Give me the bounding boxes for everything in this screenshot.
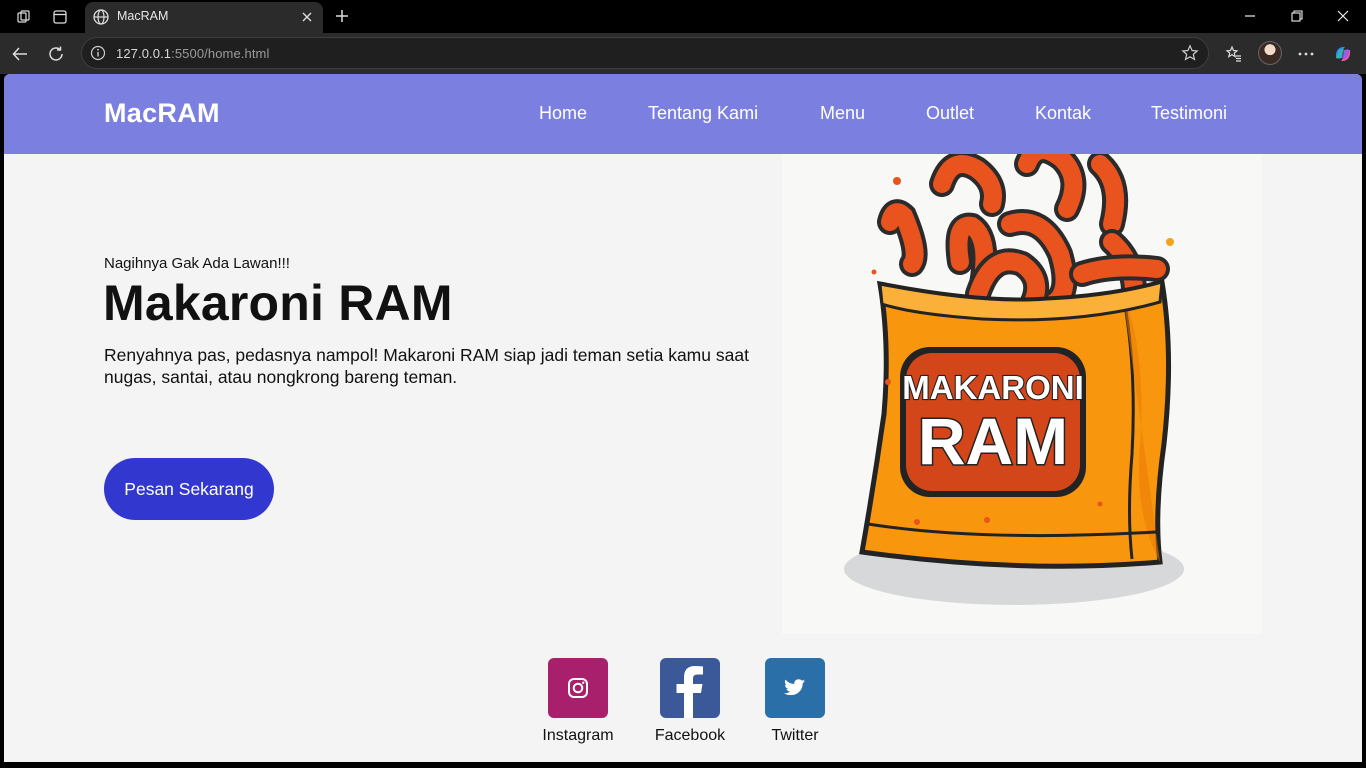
social-instagram[interactable]: Instagram	[530, 658, 626, 745]
nav-link-testimoni[interactable]: Testimoni	[1151, 103, 1227, 124]
more-options-icon[interactable]	[1294, 42, 1318, 66]
workspaces-icon[interactable]	[13, 6, 35, 28]
hero-description: Renyahnya pas, pedasnya nampol! Makaroni…	[104, 345, 749, 387]
hero-tagline: Nagihnya Gak Ada Lawan!!!	[104, 255, 290, 272]
instagram-label: Instagram	[542, 727, 614, 744]
copilot-icon[interactable]	[1331, 42, 1355, 66]
tab-title: MacRAM	[117, 9, 169, 23]
site-logo[interactable]: MacRAM	[104, 98, 220, 129]
order-now-button[interactable]: Pesan Sekarang	[104, 458, 274, 520]
twitter-icon[interactable]	[765, 658, 825, 718]
back-icon[interactable]	[8, 42, 32, 66]
bag-label-line1: MAKARONI	[902, 369, 1083, 406]
bag-label-line2: RAM	[918, 404, 1068, 478]
restore-icon[interactable]	[1285, 5, 1309, 27]
twitter-label: Twitter	[771, 727, 819, 744]
nav-link-home[interactable]: Home	[539, 103, 587, 124]
address-toolbar: 127.0.0.1:5500/home.html	[0, 33, 1366, 74]
refresh-icon[interactable]	[44, 42, 68, 66]
nav-link-outlet[interactable]: Outlet	[926, 103, 974, 124]
facebook-icon[interactable]	[660, 658, 720, 718]
hero-title: Makaroni RAM	[103, 275, 453, 331]
facebook-label: Facebook	[654, 727, 726, 744]
close-window-icon[interactable]	[1331, 5, 1355, 27]
nav-link-tentang-kami[interactable]: Tentang Kami	[648, 103, 758, 124]
page-viewport: MacRAM Home Tentang Kami Menu Outlet Kon…	[4, 74, 1362, 762]
globe-icon	[92, 8, 110, 31]
vertical-tabs-icon[interactable]	[49, 6, 71, 28]
site-info-icon[interactable]	[90, 45, 106, 66]
url-text: 127.0.0.1:5500/home.html	[116, 46, 270, 61]
nav-link-menu[interactable]: Menu	[820, 103, 865, 124]
social-twitter[interactable]: Twitter	[747, 658, 843, 745]
tab-close-icon[interactable]	[297, 7, 317, 27]
minimize-icon[interactable]	[1238, 5, 1262, 27]
url-bar[interactable]: 127.0.0.1:5500/home.html	[81, 37, 1209, 69]
site-navbar: MacRAM Home Tentang Kami Menu Outlet Kon…	[4, 74, 1362, 154]
product-bag-image: MAKARONI RAM	[782, 137, 1262, 634]
instagram-icon[interactable]	[548, 658, 608, 718]
favorite-star-icon[interactable]	[1181, 44, 1199, 67]
social-facebook[interactable]: Facebook	[642, 658, 738, 745]
profile-avatar[interactable]	[1258, 41, 1282, 65]
nav-link-kontak[interactable]: Kontak	[1035, 103, 1091, 124]
active-tab[interactable]: MacRAM	[85, 2, 323, 33]
favorites-icon[interactable]	[1222, 42, 1246, 66]
new-tab-icon[interactable]	[331, 5, 353, 27]
browser-tab-bar: MacRAM	[0, 0, 1366, 33]
